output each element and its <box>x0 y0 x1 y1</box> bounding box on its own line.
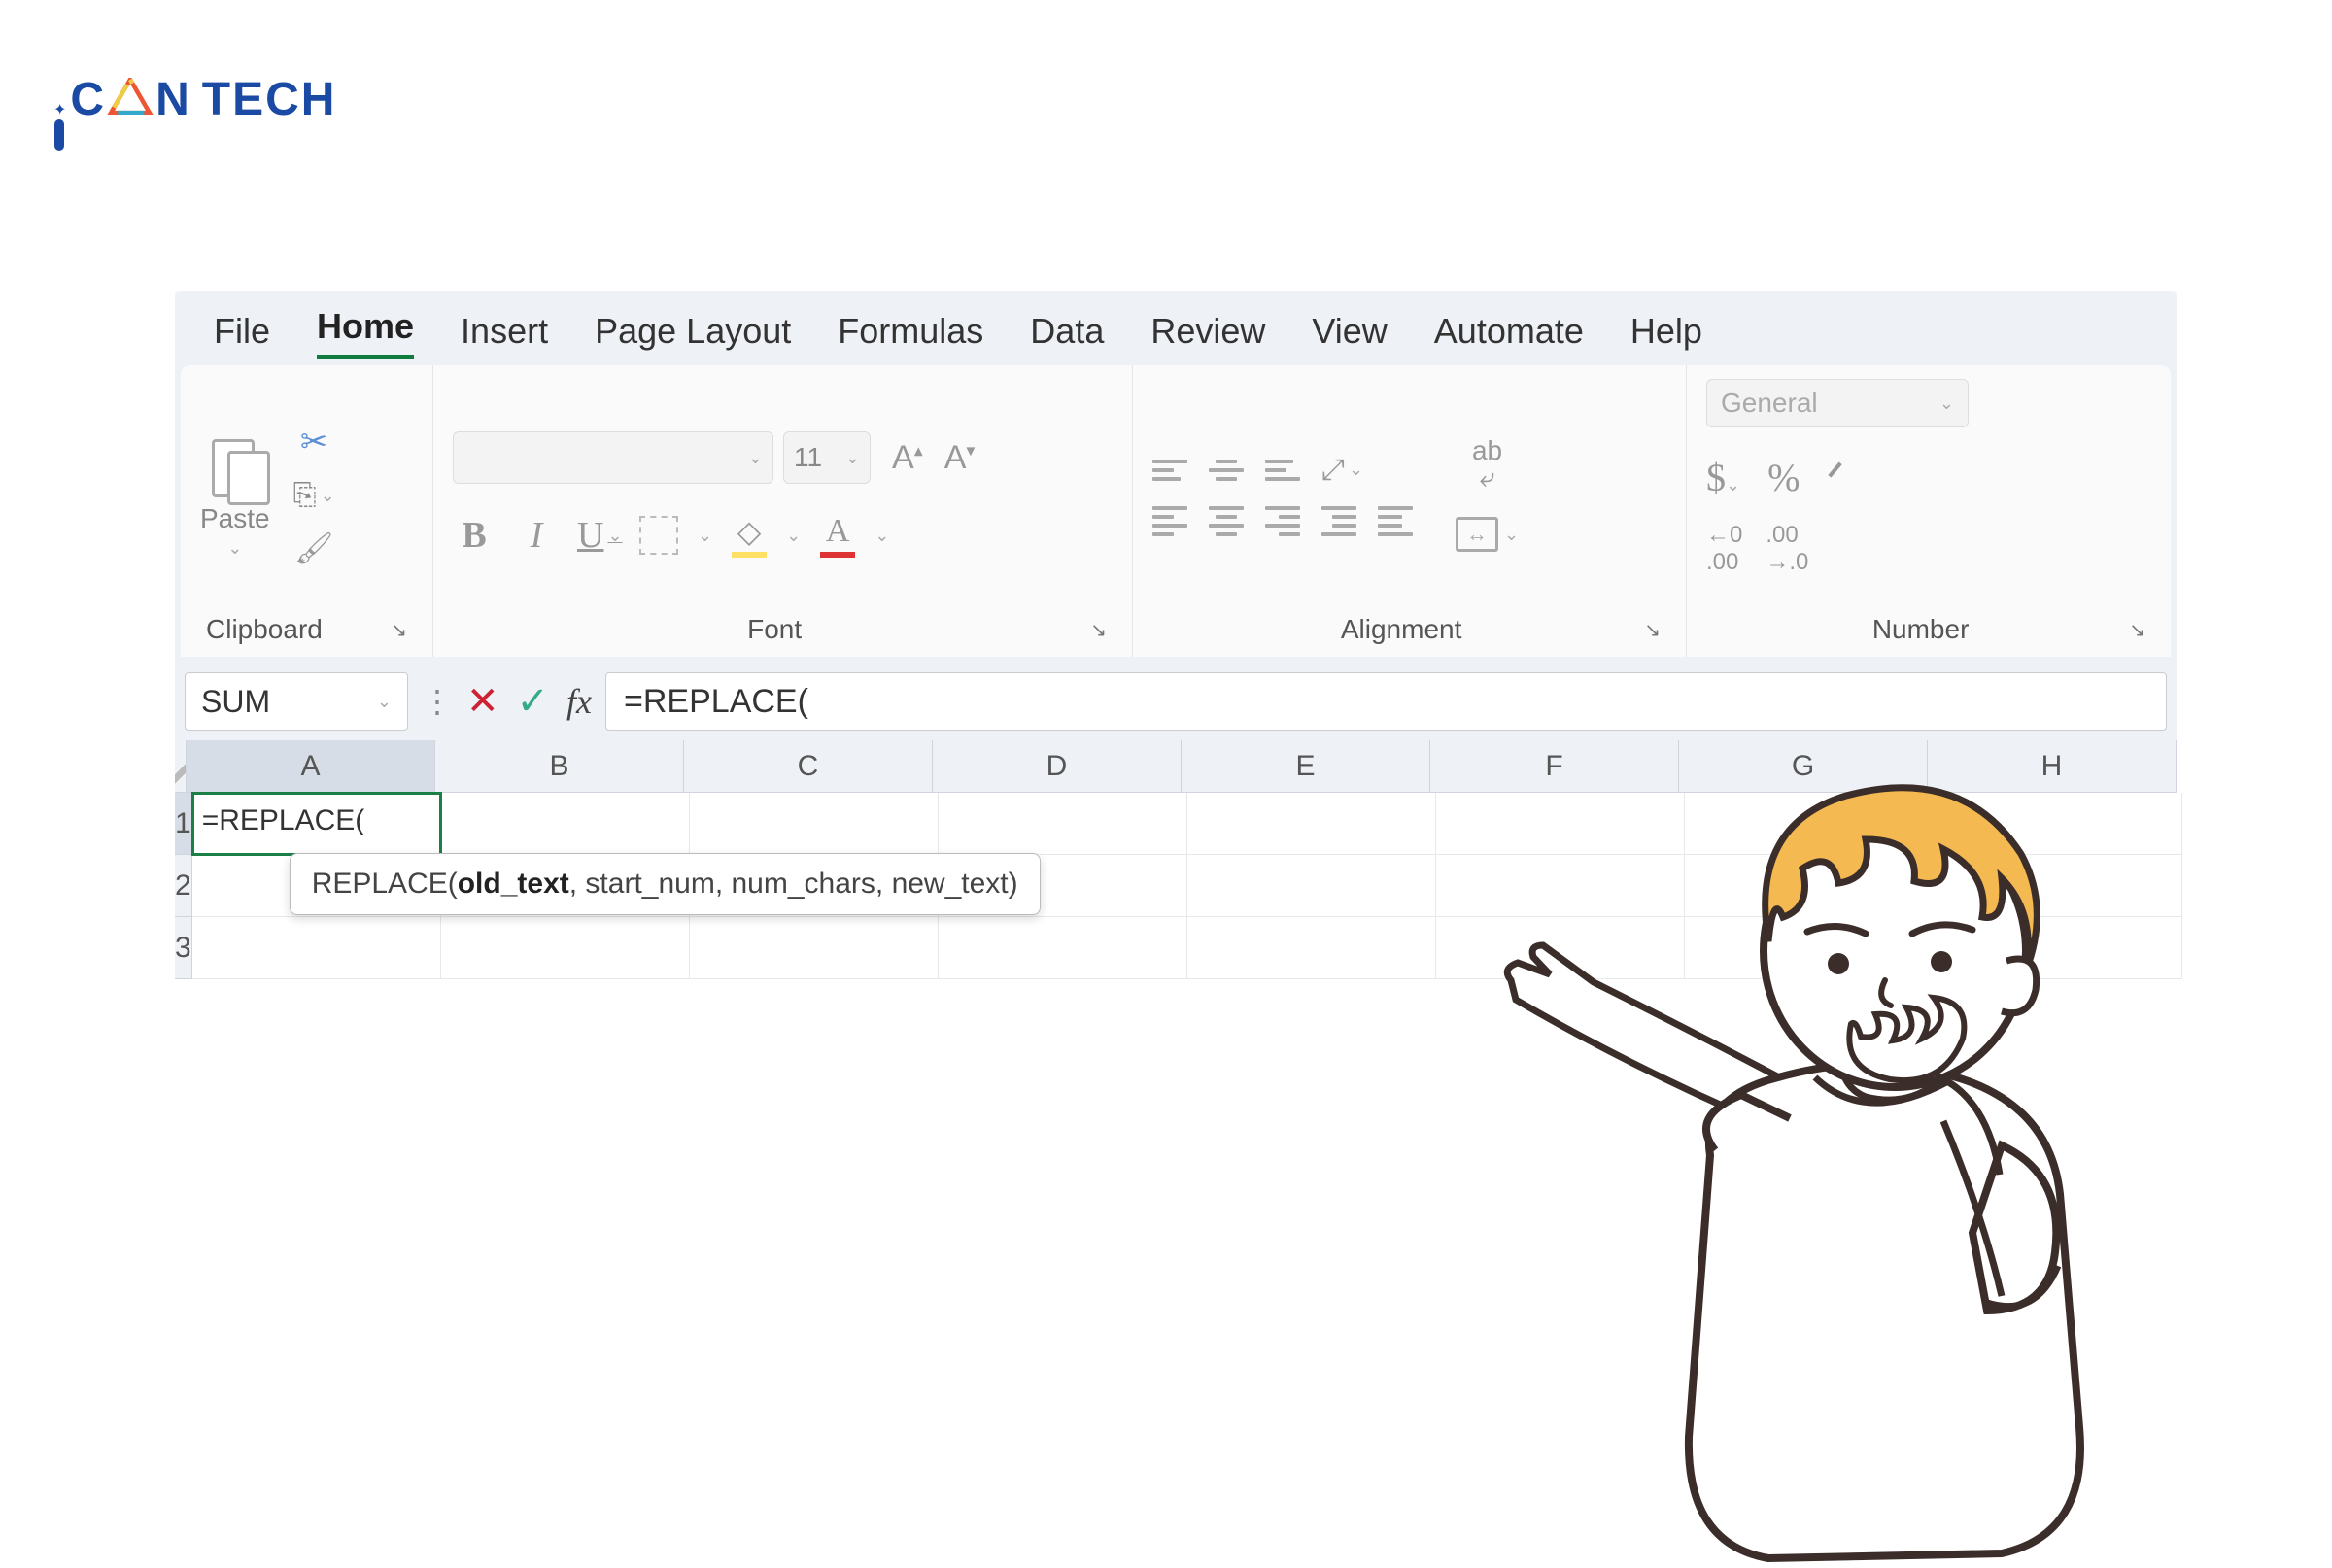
column-header[interactable]: E <box>1182 740 1430 793</box>
align-center-button[interactable] <box>1209 506 1244 536</box>
percent-format-button[interactable]: % <box>1767 455 1800 500</box>
wrap-text-button[interactable]: ab⤶ <box>1456 437 1519 492</box>
tooltip-active-arg[interactable]: old_text <box>458 868 569 900</box>
increase-indent-button[interactable] <box>1378 506 1413 536</box>
cell-value: =REPLACE( <box>202 804 365 836</box>
tooltip-fn: REPLACE( <box>312 868 458 900</box>
logo-i-icon: ✦ <box>53 100 64 151</box>
format-painter-button[interactable]: 🖌 <box>294 529 334 566</box>
number-group-label: Number <box>1872 614 1970 645</box>
underline-button[interactable]: U⌄ <box>577 514 620 557</box>
ribbon-group-alignment: ⤢⌄ ab⤶ ⌄ Alignment ↘ <box>1133 365 1687 657</box>
cut-button[interactable]: ✂ <box>300 423 328 461</box>
cell[interactable] <box>690 917 939 979</box>
decrease-decimal-button[interactable]: .00→.0 <box>1766 522 1808 576</box>
number-launcher-icon[interactable]: ↘ <box>2129 618 2145 642</box>
chevron-down-icon[interactable]: ⌄ <box>1504 525 1519 545</box>
orientation-button[interactable]: ⤢⌄ <box>1321 454 1363 487</box>
align-middle-button[interactable] <box>1209 460 1244 481</box>
column-header[interactable]: B <box>435 740 684 793</box>
font-color-button[interactable]: A <box>820 513 855 558</box>
comma-format-button[interactable]: ᐟ <box>1827 455 1843 500</box>
ribbon-group-number: General⌄ $⌄ % ᐟ ←0.00 .00→.0 Number ↘ <box>1687 365 2171 657</box>
tab-help[interactable]: Help <box>1630 303 1702 359</box>
tab-page-layout[interactable]: Page Layout <box>595 303 791 359</box>
borders-button[interactable] <box>639 516 678 555</box>
cell[interactable] <box>1187 793 1436 855</box>
align-bottom-button[interactable] <box>1265 460 1300 481</box>
number-format-select[interactable]: General⌄ <box>1706 379 1969 427</box>
ribbon-group-clipboard: Paste ⌄ ✂ ⎘⌄ 🖌 Clipboard ↘ <box>181 365 433 657</box>
align-left-button[interactable] <box>1152 506 1187 536</box>
tab-insert[interactable]: Insert <box>461 303 548 359</box>
copy-button[interactable]: ⎘⌄ <box>293 479 335 512</box>
tab-home[interactable]: Home <box>317 298 414 359</box>
cell[interactable] <box>939 917 1187 979</box>
font-size-select[interactable]: 11⌄ <box>783 431 871 484</box>
brand-logo: ✦ C N TECH <box>53 73 336 151</box>
fill-color-button[interactable]: ◇ <box>732 513 767 558</box>
alignment-group-label: Alignment <box>1341 614 1462 645</box>
logo-triangle-icon <box>107 78 154 115</box>
logo-n: N <box>155 73 190 126</box>
italic-button[interactable]: I <box>515 514 558 557</box>
tab-view[interactable]: View <box>1312 303 1387 359</box>
name-box[interactable]: SUM⌄ <box>185 672 408 731</box>
character-illustration <box>1458 689 2138 1563</box>
formula-tooltip: REPLACE(old_text, start_num, num_chars, … <box>290 853 1041 915</box>
logo-c: C <box>70 73 105 126</box>
font-name-select[interactable]: ⌄ <box>453 431 773 484</box>
align-right-button[interactable] <box>1265 506 1300 536</box>
decrease-font-icon[interactable]: A▾ <box>944 439 976 477</box>
chevron-down-icon[interactable]: ⌄ <box>786 526 801 546</box>
column-header[interactable]: A <box>187 740 435 793</box>
tab-data[interactable]: Data <box>1030 303 1104 359</box>
row-header[interactable]: 2 <box>175 855 192 917</box>
chevron-down-icon: ⌄ <box>227 538 242 559</box>
accounting-format-button[interactable]: $⌄ <box>1706 455 1740 500</box>
tooltip-rest: , start_num, num_chars, new_text) <box>569 868 1018 900</box>
bold-button[interactable]: B <box>453 514 496 557</box>
row-header[interactable]: 3 <box>175 917 192 979</box>
paste-icon <box>206 431 264 499</box>
chevron-down-icon[interactable]: ⌄ <box>874 526 889 546</box>
clipboard-launcher-icon[interactable]: ↘ <box>391 618 407 642</box>
paste-label: Paste <box>200 503 270 534</box>
column-header[interactable]: D <box>933 740 1182 793</box>
merge-button[interactable] <box>1456 517 1498 552</box>
column-header[interactable]: C <box>684 740 933 793</box>
cell[interactable] <box>1187 855 1436 917</box>
fx-icon[interactable]: fx <box>566 681 592 722</box>
cell-a1[interactable]: =REPLACE( REPLACE(old_text, start_num, n… <box>192 793 441 855</box>
cell[interactable] <box>690 793 939 855</box>
tab-automate[interactable]: Automate <box>1434 303 1584 359</box>
tab-formulas[interactable]: Formulas <box>838 303 983 359</box>
cell[interactable] <box>1187 917 1436 979</box>
font-group-label: Font <box>747 614 802 645</box>
logo-tech: TECH <box>202 73 337 126</box>
enter-formula-button[interactable]: ✓ <box>517 679 550 724</box>
ribbon-tabs: File Home Insert Page Layout Formulas Da… <box>175 291 2177 359</box>
ribbon-group-font: ⌄ 11⌄ A▴ A▾ B I U⌄ ⌄ ◇ ⌄ A ⌄ Font ↘ <box>433 365 1133 657</box>
clipboard-group-label: Clipboard <box>206 614 323 645</box>
ribbon: Paste ⌄ ✂ ⎘⌄ 🖌 Clipboard ↘ ⌄ 11⌄ <box>181 365 2171 657</box>
cell[interactable] <box>441 793 690 855</box>
cell[interactable] <box>939 793 1187 855</box>
chevron-down-icon[interactable]: ⌄ <box>698 526 712 546</box>
cell[interactable] <box>441 917 690 979</box>
cancel-formula-button[interactable]: ✕ <box>466 679 499 724</box>
select-all-corner[interactable] <box>175 740 187 793</box>
increase-font-icon[interactable]: A▴ <box>892 439 923 477</box>
increase-decimal-button[interactable]: ←0.00 <box>1706 522 1742 576</box>
paste-button[interactable]: Paste ⌄ <box>200 431 270 559</box>
row-header[interactable]: 1 <box>175 793 192 855</box>
cell[interactable] <box>192 917 441 979</box>
decrease-indent-button[interactable] <box>1321 506 1356 536</box>
tab-review[interactable]: Review <box>1150 303 1265 359</box>
font-launcher-icon[interactable]: ↘ <box>1090 618 1107 642</box>
align-top-button[interactable] <box>1152 460 1187 481</box>
tab-file[interactable]: File <box>214 303 270 359</box>
alignment-launcher-icon[interactable]: ↘ <box>1644 618 1661 642</box>
